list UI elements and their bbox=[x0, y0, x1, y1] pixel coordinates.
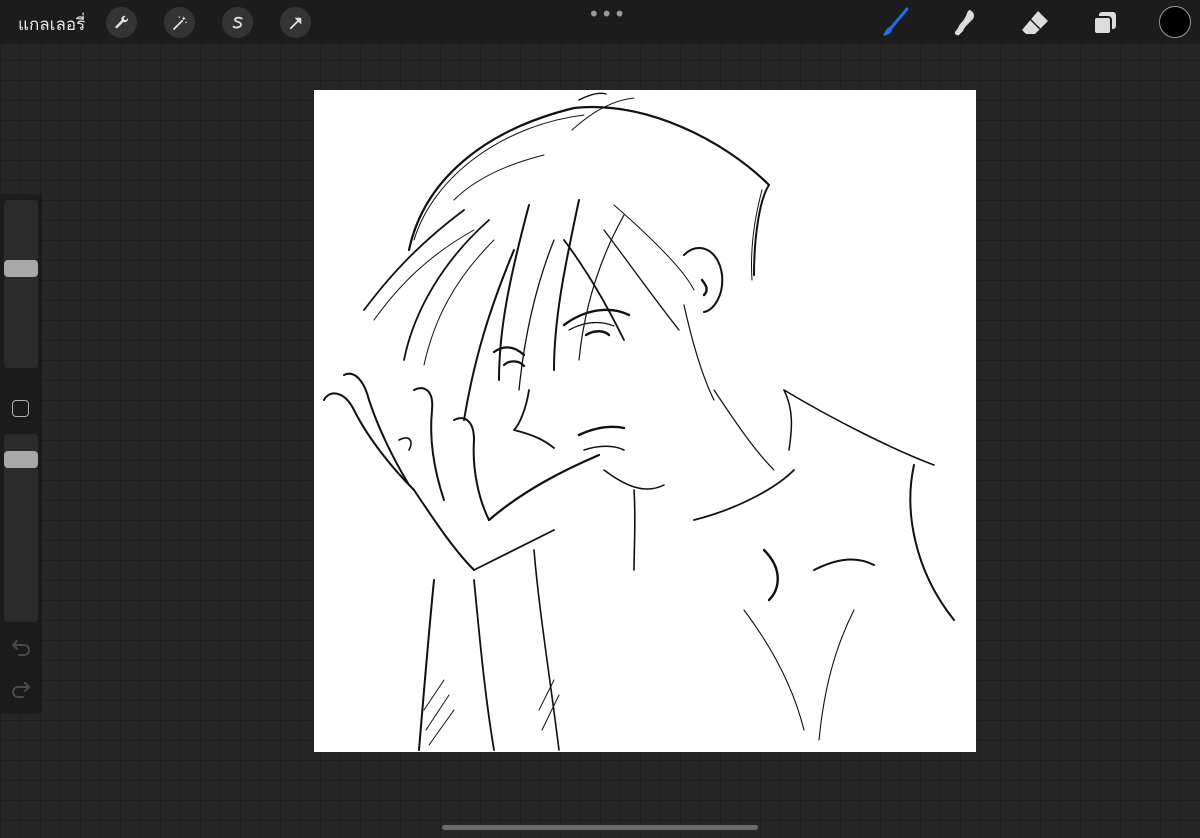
opacity-thumb[interactable] bbox=[4, 451, 38, 468]
transform-button[interactable] bbox=[280, 7, 311, 38]
magic-wand-icon bbox=[172, 15, 187, 30]
drawing-canvas[interactable] bbox=[314, 90, 976, 752]
smudge-icon bbox=[954, 10, 974, 36]
transform-arrow-icon bbox=[289, 17, 301, 29]
top-toolbar: แกลเลอรี่ ••• bbox=[0, 0, 1200, 44]
eraser-tool-button[interactable] bbox=[1018, 6, 1052, 40]
left-sidebar bbox=[0, 194, 42, 714]
actions-button[interactable] bbox=[106, 7, 137, 38]
gallery-button[interactable]: แกลเลอรี่ bbox=[18, 11, 85, 38]
brush-size-thumb[interactable] bbox=[4, 260, 38, 277]
smudge-tool-button[interactable] bbox=[948, 6, 982, 40]
brush-size-slider[interactable] bbox=[4, 200, 38, 368]
undo-icon[interactable] bbox=[10, 636, 32, 658]
sketch-artwork bbox=[323, 92, 955, 751]
wrench-icon bbox=[114, 15, 128, 28]
brush-tool-button[interactable] bbox=[878, 6, 912, 40]
more-menu-icon[interactable]: ••• bbox=[588, 2, 626, 26]
eraser-icon bbox=[1022, 11, 1048, 34]
layers-button[interactable] bbox=[1088, 6, 1122, 40]
home-indicator bbox=[442, 825, 758, 830]
brush-icon bbox=[883, 7, 909, 36]
adjustments-button[interactable] bbox=[164, 7, 195, 38]
selection-button[interactable] bbox=[222, 7, 253, 38]
color-picker-button[interactable] bbox=[1159, 6, 1191, 38]
selection-icon bbox=[232, 16, 243, 28]
redo-icon[interactable] bbox=[10, 678, 32, 700]
layers-icon bbox=[1093, 12, 1116, 35]
modify-button[interactable] bbox=[12, 400, 29, 417]
